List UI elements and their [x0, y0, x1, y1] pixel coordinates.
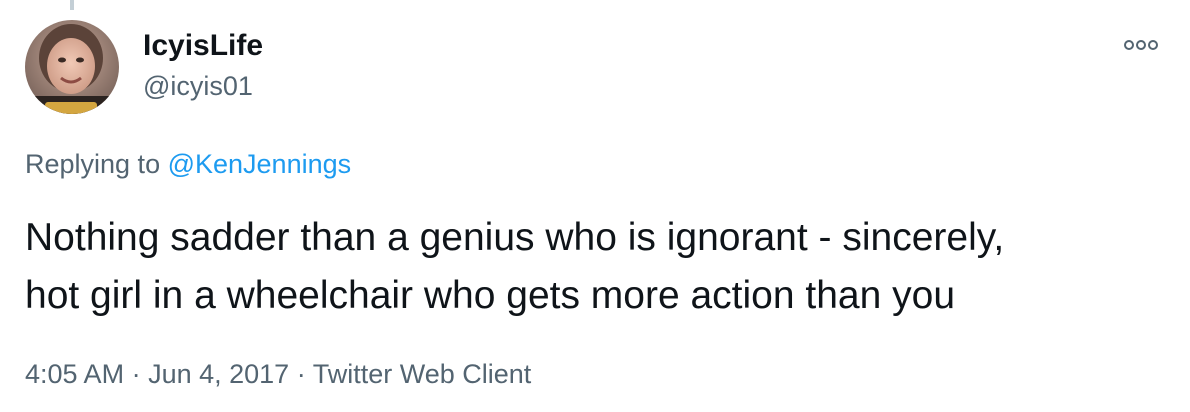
meta-separator: ·: [124, 359, 149, 389]
reply-mention-link[interactable]: @KenJennings: [168, 149, 352, 179]
replying-to: Replying to @KenJennings: [25, 146, 351, 182]
meta-separator: ·: [289, 359, 313, 389]
avatar-image: [25, 20, 119, 114]
user-block: IcyisLife @icyis01: [143, 28, 263, 104]
avatar[interactable]: [25, 20, 119, 114]
tweet-date[interactable]: Jun 4, 2017: [148, 359, 289, 389]
more-options-icon: [1124, 40, 1158, 50]
tweet: IcyisLife @icyis01 Replying to @KenJenni…: [0, 0, 1190, 412]
tweet-source[interactable]: Twitter Web Client: [313, 359, 532, 389]
tweet-meta: 4:05 AM · Jun 4, 2017 · Twitter Web Clie…: [25, 356, 531, 392]
tweet-text-line-1: Nothing sadder than a genius who is igno…: [25, 216, 1005, 259]
display-name[interactable]: IcyisLife: [143, 28, 263, 64]
user-handle[interactable]: @icyis01: [143, 68, 263, 104]
tweet-time[interactable]: 4:05 AM: [25, 359, 124, 389]
tweet-text: Nothing sadder than a genius who is igno…: [25, 209, 1165, 325]
replying-to-label: Replying to: [25, 149, 168, 179]
more-options-button[interactable]: [1116, 30, 1166, 60]
tweet-text-line-2: hot girl in a wheelchair who gets more a…: [25, 274, 956, 317]
thread-line: [70, 0, 74, 10]
